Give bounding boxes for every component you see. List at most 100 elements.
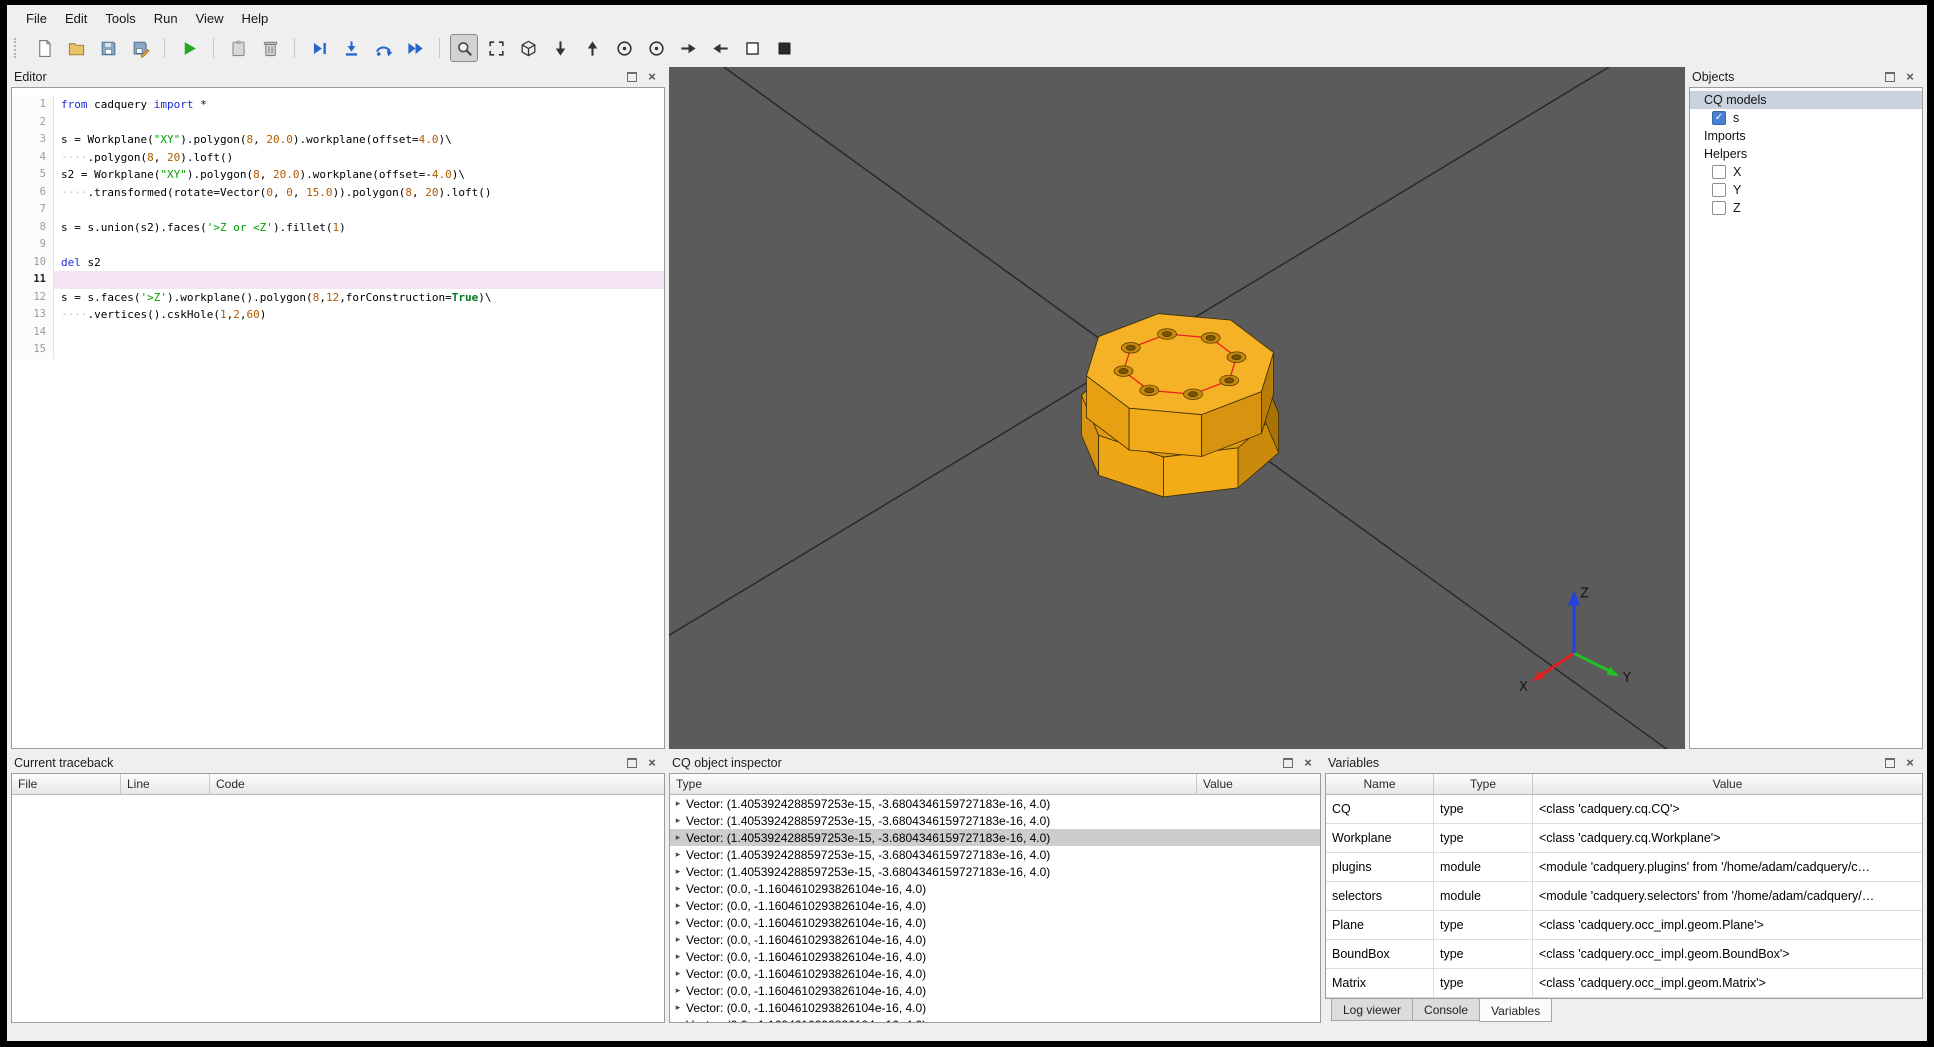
objects-undock-button[interactable] bbox=[1883, 70, 1897, 84]
inspector-row[interactable]: ▸ Vector: (1.4053924288597253e-15, -3.680… bbox=[670, 812, 1320, 829]
expand-arrow-icon[interactable]: ▸ bbox=[670, 883, 686, 894]
menu-run[interactable]: Run bbox=[145, 8, 187, 29]
shaded-button[interactable] bbox=[770, 34, 798, 62]
expand-arrow-icon[interactable]: ▸ bbox=[670, 968, 686, 979]
zoom-button[interactable] bbox=[450, 34, 478, 62]
expand-arrow-icon[interactable]: ▸ bbox=[670, 832, 686, 843]
traceback-close-button[interactable]: × bbox=[645, 756, 659, 770]
code-line[interactable]: 8 s = s.union(s2).faces('>Z or <Z').fille… bbox=[12, 218, 664, 236]
code-line[interactable]: 3 s = Workplane("XY").polygon(8, 20.0).wo… bbox=[12, 131, 664, 149]
checkbox-z[interactable] bbox=[1712, 201, 1726, 215]
inspector-row[interactable]: ▸Vector: (0.0, -1.1604610293826104e-16, … bbox=[670, 982, 1320, 999]
editor-undock-button[interactable] bbox=[625, 70, 639, 84]
menu-help[interactable]: Help bbox=[233, 8, 278, 29]
tree-item-x[interactable]: X bbox=[1690, 163, 1922, 181]
menu-view[interactable]: View bbox=[187, 8, 233, 29]
menu-tools[interactable]: Tools bbox=[96, 8, 144, 29]
inspector-row[interactable]: ▸Vector: (0.0, -1.1604610293826104e-16, … bbox=[670, 965, 1320, 982]
new-file-button[interactable] bbox=[30, 34, 58, 62]
column-header-value[interactable]: Value bbox=[1197, 774, 1320, 794]
tree-item-imports[interactable]: Imports bbox=[1690, 127, 1922, 145]
debug-step-in-button[interactable] bbox=[337, 34, 365, 62]
code-line[interactable]: 12 s = s.faces('>Z').workplane().polygon(… bbox=[12, 288, 664, 306]
debug-continue-button[interactable] bbox=[401, 34, 429, 62]
variables-close-button[interactable]: × bbox=[1903, 756, 1917, 770]
column-header-type[interactable]: Type bbox=[1434, 774, 1533, 794]
clipboard-button[interactable] bbox=[224, 34, 252, 62]
expand-arrow-icon[interactable]: ▸ bbox=[670, 866, 686, 877]
variable-row[interactable]: Plane type <class 'cadquery.occ_impl.geom.… bbox=[1326, 911, 1922, 940]
expand-arrow-icon[interactable]: ▸ bbox=[670, 815, 686, 826]
view-bottom-button[interactable] bbox=[642, 34, 670, 62]
save-button[interactable] bbox=[94, 34, 122, 62]
objects-close-button[interactable]: × bbox=[1903, 70, 1917, 84]
inspector-row[interactable]: ▸Vector: (0.0, -1.1604610293826104e-16, … bbox=[670, 880, 1320, 897]
expand-arrow-icon[interactable]: ▸ bbox=[670, 798, 686, 809]
column-header-type[interactable]: Type bbox=[670, 774, 1197, 794]
objects-tree[interactable]: CQ models ✓ s Imports Helpers X Y Z bbox=[1689, 87, 1923, 749]
view-back-button[interactable] bbox=[578, 34, 606, 62]
inspector-row[interactable]: ▸ Vector: (1.4053924288597253e-15, -3.680… bbox=[670, 795, 1320, 812]
3d-viewport[interactable]: X Y Z bbox=[669, 67, 1685, 749]
code-line[interactable]: 11 bbox=[12, 271, 664, 289]
inspector-row[interactable]: ▸Vector: (0.0, -1.1604610293826104e-16, … bbox=[670, 999, 1320, 1016]
tree-item-cq-models[interactable]: CQ models bbox=[1690, 91, 1922, 109]
tree-item-helpers[interactable]: Helpers bbox=[1690, 145, 1922, 163]
inspector-row[interactable]: ▸Vector: (0.0, -1.1604610293826104e-16, … bbox=[670, 948, 1320, 965]
menu-file[interactable]: File bbox=[17, 8, 56, 29]
inspector-row[interactable]: ▸ Vector: (1.4053924288597253e-15, -3.680… bbox=[670, 863, 1320, 880]
variable-row[interactable]: Matrix type <class 'cadquery.occ_impl.geom… bbox=[1326, 969, 1922, 998]
column-header-value[interactable]: Value bbox=[1533, 774, 1922, 794]
inspector-row[interactable]: ▸ Vector: (1.4053924288597253e-15, -3.680… bbox=[670, 829, 1320, 846]
inspector-row[interactable]: ▸Vector: (0.0, -1.1604610293826104e-16, … bbox=[670, 1016, 1320, 1023]
tab-variables[interactable]: Variables bbox=[1479, 999, 1553, 1022]
code-line[interactable]: 9 bbox=[12, 236, 664, 254]
inspector-row[interactable]: ▸Vector: (0.0, -1.1604610293826104e-16, … bbox=[670, 914, 1320, 931]
expand-arrow-icon[interactable]: ▸ bbox=[670, 917, 686, 928]
expand-arrow-icon[interactable]: ▸ bbox=[670, 934, 686, 945]
code-line[interactable]: 15 bbox=[12, 341, 664, 359]
view-front-button[interactable] bbox=[546, 34, 574, 62]
column-header-file[interactable]: File bbox=[12, 774, 121, 794]
iso-view-button[interactable] bbox=[514, 34, 542, 62]
tab-log-viewer[interactable]: Log viewer bbox=[1331, 999, 1414, 1021]
tree-item-s[interactable]: ✓ s bbox=[1690, 109, 1922, 127]
editor-code[interactable]: 1 from cadquery import * 2 3 s = Workplane("… bbox=[11, 87, 665, 749]
checkbox-y[interactable] bbox=[1712, 183, 1726, 197]
expand-arrow-icon[interactable]: ▸ bbox=[670, 849, 686, 860]
traceback-undock-button[interactable] bbox=[625, 756, 639, 770]
fit-view-button[interactable] bbox=[482, 34, 510, 62]
code-line[interactable]: 2 bbox=[12, 113, 664, 131]
view-right-button[interactable] bbox=[706, 34, 734, 62]
code-line[interactable]: 4 ····.polygon(8, 20).loft() bbox=[12, 148, 664, 166]
variable-row[interactable]: plugins module <module 'cadquery.plugins' … bbox=[1326, 853, 1922, 882]
inspector-close-button[interactable]: × bbox=[1301, 756, 1315, 770]
render-button[interactable] bbox=[175, 34, 203, 62]
code-line[interactable]: 5 s2 = Workplane("XY").polygon(8, 20.0).w… bbox=[12, 166, 664, 184]
expand-arrow-icon[interactable]: ▸ bbox=[670, 951, 686, 962]
checkbox-x[interactable] bbox=[1712, 165, 1726, 179]
tree-item-y[interactable]: Y bbox=[1690, 181, 1922, 199]
inspector-row[interactable]: ▸Vector: (0.0, -1.1604610293826104e-16, … bbox=[670, 897, 1320, 914]
code-line[interactable]: 1 from cadquery import * bbox=[12, 96, 664, 114]
code-line[interactable]: 14 bbox=[12, 323, 664, 341]
code-line[interactable]: 13 ····.vertices().cskHole(1,2,60) bbox=[12, 306, 664, 324]
view-left-button[interactable] bbox=[674, 34, 702, 62]
column-header-code[interactable]: Code bbox=[210, 774, 664, 794]
code-line[interactable]: 6 ····.transformed(rotate=Vector(0, 0, 15… bbox=[12, 183, 664, 201]
menu-edit[interactable]: Edit bbox=[56, 8, 96, 29]
checkbox-s[interactable]: ✓ bbox=[1712, 111, 1726, 125]
variable-row[interactable]: CQ type <class 'cadquery.cq.CQ'> bbox=[1326, 795, 1922, 824]
code-line[interactable]: 10 del s2 bbox=[12, 253, 664, 271]
tab-console[interactable]: Console bbox=[1412, 999, 1481, 1021]
save-as-button[interactable] bbox=[126, 34, 154, 62]
inspector-undock-button[interactable] bbox=[1281, 756, 1295, 770]
inspector-row[interactable]: ▸Vector: (0.0, -1.1604610293826104e-16, … bbox=[670, 931, 1320, 948]
debug-step-button[interactable] bbox=[305, 34, 333, 62]
column-header-line[interactable]: Line bbox=[121, 774, 210, 794]
editor-close-button[interactable]: × bbox=[645, 70, 659, 84]
expand-arrow-icon[interactable]: ▸ bbox=[670, 900, 686, 911]
toolbar-handle[interactable] bbox=[14, 38, 21, 58]
expand-arrow-icon[interactable]: ▸ bbox=[670, 1019, 686, 1022]
wireframe-button[interactable] bbox=[738, 34, 766, 62]
